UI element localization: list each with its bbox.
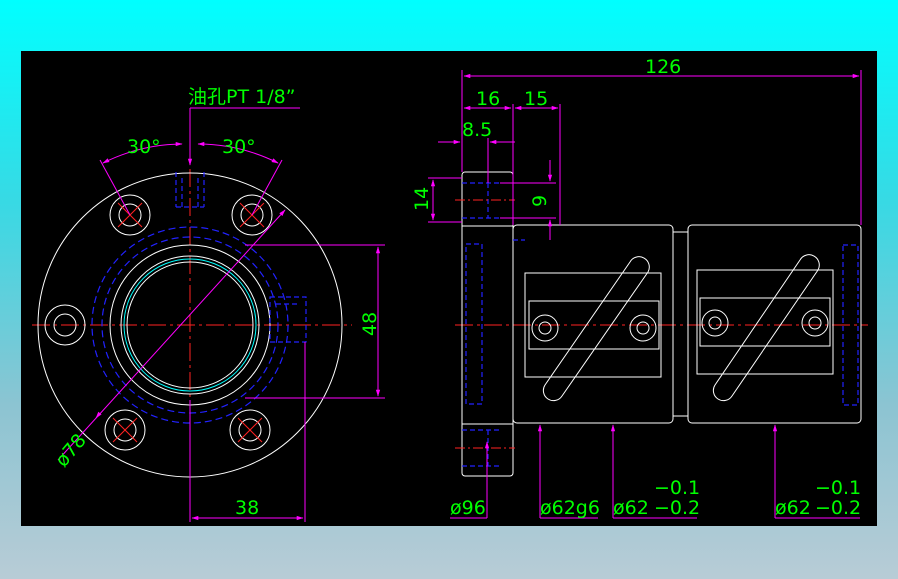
angle-right-label: 30° [222, 136, 256, 158]
dim-62-b-label: ø62 [775, 497, 811, 519]
dim-126-label: 126 [645, 56, 681, 78]
nut-body-left [512, 224, 688, 424]
nut-hidden [513, 239, 859, 406]
oil-hole-label: 油孔PT 1/8” [188, 86, 296, 108]
bolt-holes [44, 194, 273, 451]
dim-38-label: 38 [235, 497, 259, 519]
dim-8-5-label: 8.5 [462, 119, 492, 141]
side-dimensions [428, 70, 862, 519]
tol-a-lower-label: −0.2 [654, 497, 700, 519]
tol-b-upper-label: −0.1 [815, 477, 861, 499]
dim-14-label: 14 [411, 187, 433, 211]
tol-a-upper-label: −0.1 [654, 477, 700, 499]
side-view: 126 16 15 8.5 14 9 ø96 ø62g6 ø62 −0.1 −0… [411, 56, 868, 519]
angle-left-label: 30° [127, 136, 161, 158]
drawing-canvas: 油孔PT 1/8” 30° 30° 48 38 ø78 126 16 15 8.… [21, 51, 877, 526]
bolt-hole-bottom-right [229, 409, 271, 451]
dim-48-label: 48 [359, 312, 381, 336]
dim-62g6-label: ø62g6 [540, 497, 600, 519]
dim-9-label: 9 [529, 195, 551, 207]
front-dimensions [57, 107, 385, 522]
tol-b-lower-label: −0.2 [815, 497, 861, 519]
dim-16-label: 16 [476, 88, 500, 110]
dim-78-label: ø78 [51, 430, 91, 472]
dim-62-a-label: ø62 [613, 497, 649, 519]
front-view: 油孔PT 1/8” 30° 30° 48 38 ø78 [32, 86, 385, 522]
nut-body-right [687, 224, 862, 424]
dim-15-label: 15 [524, 88, 548, 110]
bolt-hole-bottom-left [104, 409, 146, 451]
dim-96-label: ø96 [450, 497, 486, 519]
